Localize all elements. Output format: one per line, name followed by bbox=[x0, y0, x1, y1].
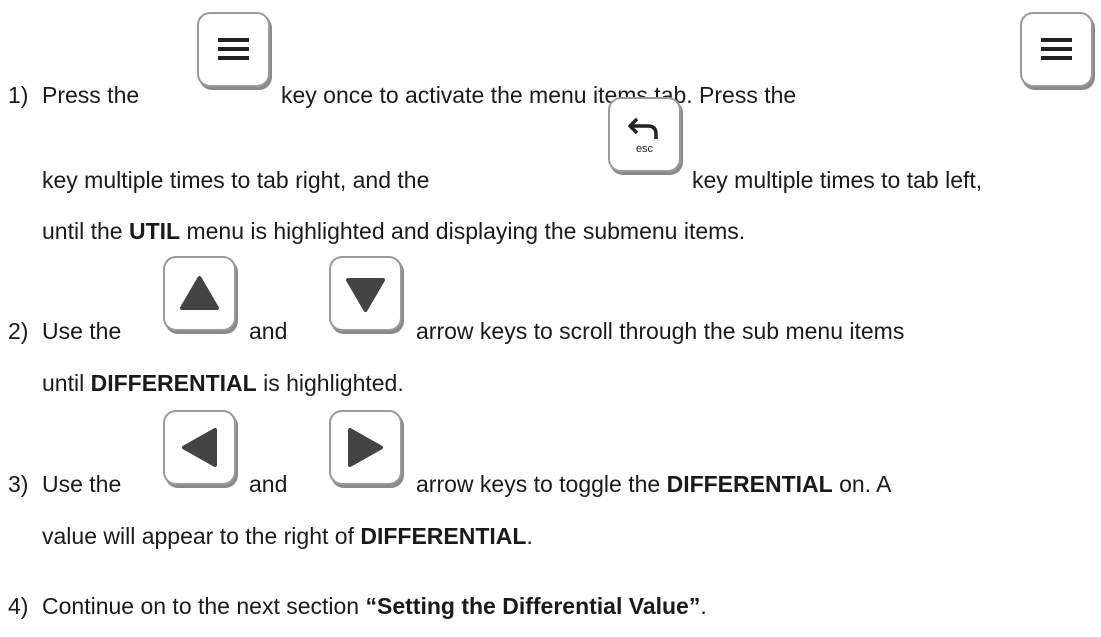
right-arrow-key bbox=[329, 410, 402, 485]
down-triangle-icon bbox=[346, 278, 385, 312]
step-3-number: 3) bbox=[8, 471, 29, 497]
up-triangle-icon bbox=[180, 276, 219, 310]
esc-key: esc bbox=[608, 97, 681, 172]
esc-key-label: esc bbox=[635, 143, 654, 155]
back-arrow-icon bbox=[628, 117, 658, 139]
menu-key-1 bbox=[197, 12, 270, 87]
step-1-number: 1) bbox=[8, 82, 29, 108]
step-2-line2: until DIFFERENTIAL is highlighted. bbox=[42, 370, 404, 396]
menu-key-2 bbox=[1020, 12, 1093, 87]
step-2-text-b: arrow keys to scroll through the sub men… bbox=[416, 318, 905, 344]
up-arrow-key bbox=[163, 256, 236, 331]
step-3-and: and bbox=[249, 471, 288, 497]
left-triangle-icon bbox=[182, 428, 217, 467]
step-2-number: 2) bbox=[8, 318, 29, 344]
menu-lines-icon bbox=[1041, 38, 1072, 60]
step-1-line2-a: key multiple times to tab right, and the bbox=[42, 167, 430, 193]
step-1-line3: until the UTIL menu is highlighted and d… bbox=[42, 218, 746, 244]
menu-lines-icon bbox=[218, 38, 249, 60]
step-2-text-a: Use the bbox=[42, 318, 122, 344]
step-3-line1: arrow keys to toggle the DIFFERENTIAL on… bbox=[416, 471, 892, 497]
step-1-text-b: key once to activate the menu items tab.… bbox=[281, 82, 797, 108]
down-arrow-key bbox=[329, 256, 402, 331]
step-3-text-a: Use the bbox=[42, 471, 122, 497]
step-4-number: 4) bbox=[8, 593, 29, 619]
right-triangle-icon bbox=[348, 428, 383, 467]
step-3-line2: value will appear to the right of DIFFER… bbox=[42, 523, 533, 549]
step-1-text-a: Press the bbox=[42, 82, 140, 108]
left-arrow-key bbox=[163, 410, 236, 485]
step-1-line2-b: key multiple times to tab left, bbox=[692, 167, 983, 193]
step-4-line1: Continue on to the next section “Setting… bbox=[42, 593, 707, 619]
step-2-and: and bbox=[249, 318, 288, 344]
